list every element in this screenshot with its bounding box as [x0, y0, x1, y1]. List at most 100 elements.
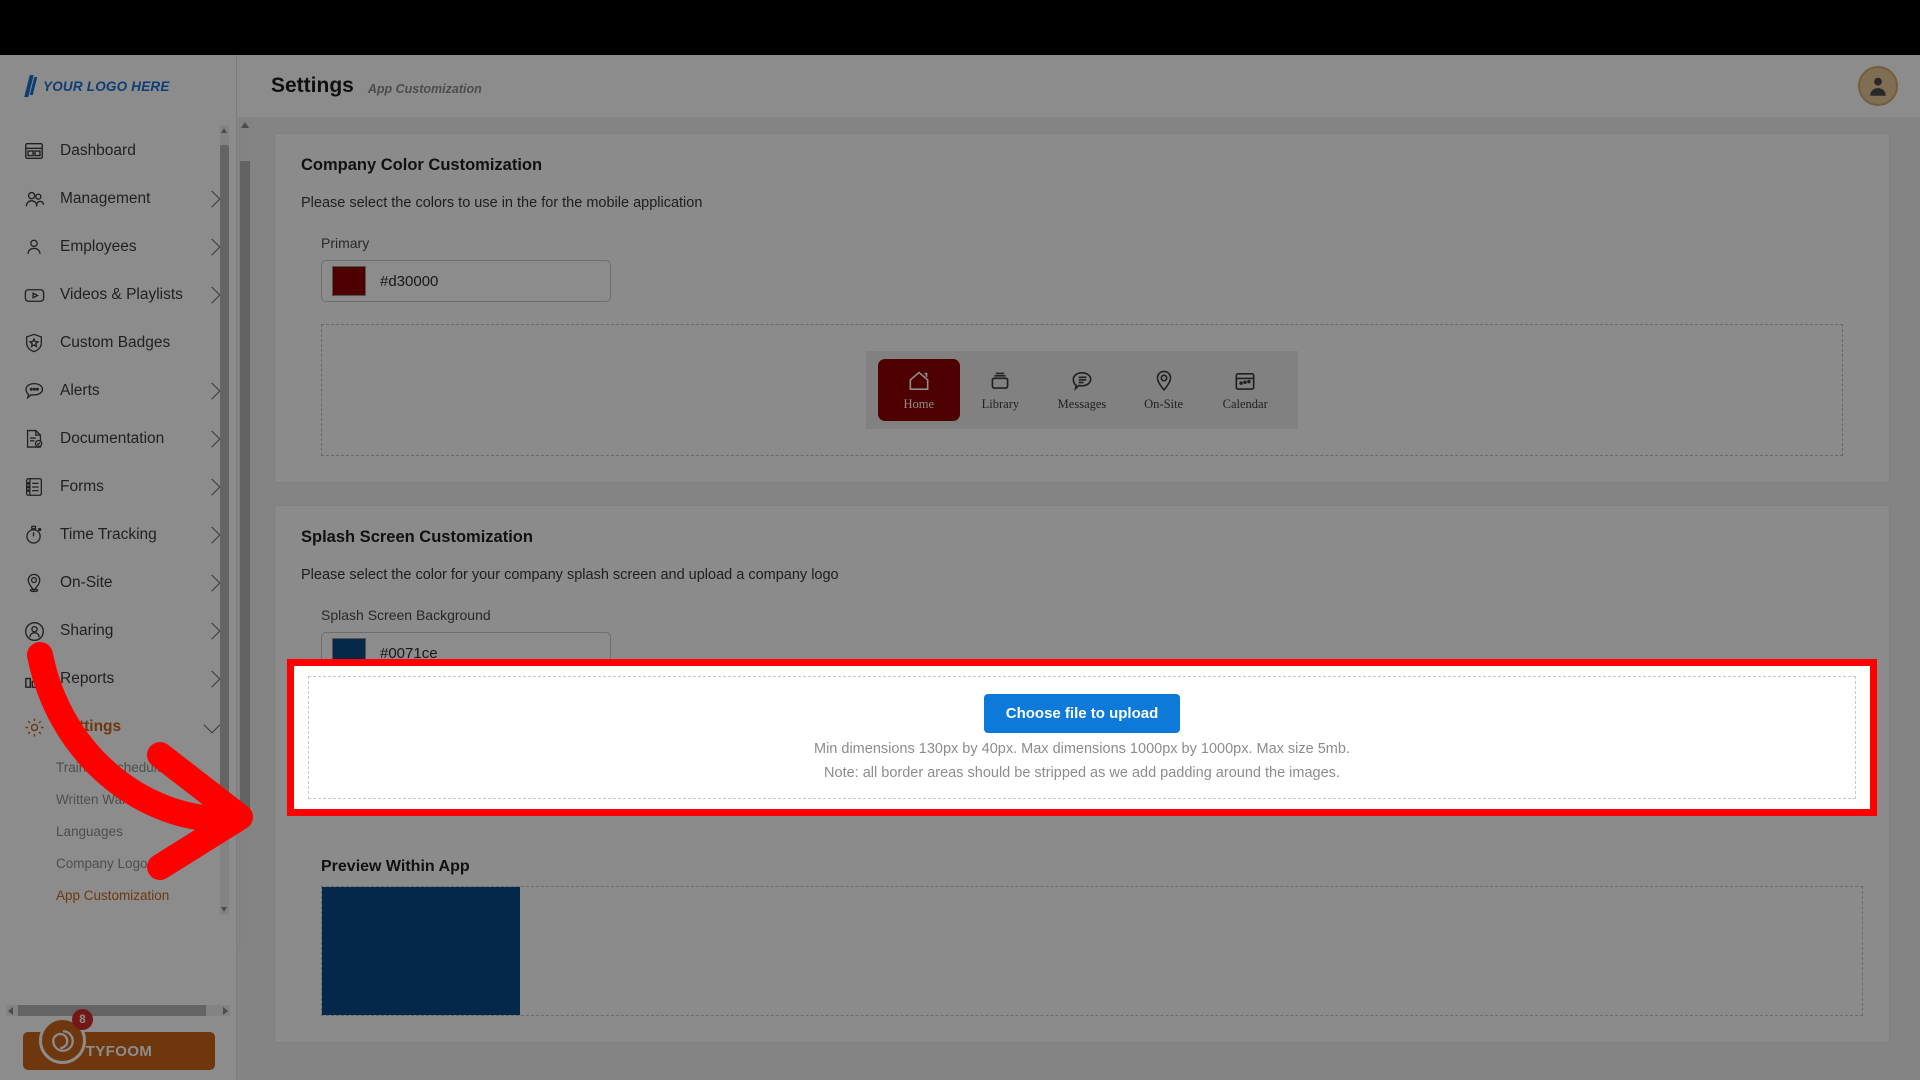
company-logo[interactable]: YOUR LOGO HERE — [0, 55, 236, 117]
screenshot-root: YOUR LOGO HERE Dashboard Management Empl… — [0, 0, 1920, 1080]
sidebar-item-label: Dashboard — [60, 142, 136, 159]
sidebar-subitem-app-customization[interactable]: App Customization — [0, 879, 236, 911]
sidebar-subitem-label: Company Logo — [56, 855, 148, 871]
chevron-right-icon[interactable] — [203, 238, 221, 256]
sidebar-item-videos-playlists[interactable]: Videos & Playlists — [0, 271, 236, 319]
sidebar-item-dashboard[interactable]: Dashboard — [0, 127, 236, 175]
sidebar-subitem-written-warnings[interactable]: Written Warnings — [0, 783, 236, 815]
chevron-right-icon[interactable] — [203, 190, 221, 208]
scrollbar-thumb[interactable] — [220, 145, 229, 805]
scroll-left-arrow-icon[interactable] — [8, 1007, 13, 1015]
preview-within-app-title: Preview Within App — [321, 858, 470, 875]
dashboard-icon — [22, 139, 46, 163]
bar-chart-icon — [22, 667, 46, 691]
chevron-right-icon[interactable] — [203, 574, 221, 592]
chevron-right-icon[interactable] — [203, 382, 221, 400]
management-icon — [22, 187, 46, 211]
sidebar-subitem-languages[interactable]: Languages — [0, 815, 236, 847]
sidebar-item-settings[interactable]: Settings — [0, 703, 236, 751]
company-color-description: Please select the colors to use in the f… — [301, 195, 703, 211]
upload-hint-line-1: Min dimensions 130px by 40px. Max dimens… — [814, 741, 1350, 757]
sidebar-item-documentation[interactable]: Documentation — [0, 415, 236, 463]
sidebar-item-forms[interactable]: Forms — [0, 463, 236, 511]
sidebar-subitem-training-schedule[interactable]: Training Schedule — [0, 751, 236, 783]
page-header: Settings App Customization — [237, 55, 1920, 117]
pin-icon — [1156, 370, 1171, 392]
chevron-right-icon[interactable] — [203, 430, 221, 448]
forms-list-icon — [22, 475, 46, 499]
content-scrollbar[interactable] — [239, 117, 251, 947]
file-upload-dropzone[interactable]: Choose file to upload Min dimensions 130… — [308, 676, 1856, 799]
company-color-title: Company Color Customization — [301, 156, 543, 174]
application-window: YOUR LOGO HERE Dashboard Management Empl… — [0, 55, 1920, 1080]
logo-mark-icon — [24, 75, 36, 97]
primary-color-label: Primary — [321, 235, 370, 251]
scroll-up-arrow-icon[interactable] — [241, 122, 249, 128]
sidebar-subitem-label: Training Schedule — [56, 759, 165, 775]
preview-within-app-frame — [321, 886, 1863, 1016]
mobile-nav-label: Home — [903, 397, 935, 411]
upload-hint-line-2: Note: all border areas should be strippe… — [824, 765, 1340, 781]
scrollbar-thumb-horizontal[interactable] — [18, 1005, 206, 1016]
mobile-nav-item-calendar[interactable]: Calendar — [1204, 359, 1286, 421]
scroll-right-arrow-icon[interactable] — [223, 1007, 228, 1015]
splash-background-label: Splash Screen Background — [321, 607, 491, 623]
sidebar-item-label: Custom Badges — [60, 334, 171, 351]
scroll-up-arrow-icon[interactable] — [221, 128, 227, 133]
chevron-right-icon[interactable] — [203, 478, 221, 496]
sidebar-subitem-company-logo[interactable]: Company Logo — [0, 847, 236, 879]
stopwatch-icon — [22, 523, 46, 547]
sidebar-item-management[interactable]: Management — [0, 175, 236, 223]
main-content: Company Color Customization Please selec… — [237, 117, 1920, 1080]
sidebar-item-alerts[interactable]: Alerts — [0, 367, 236, 415]
scrollbar-thumb[interactable] — [240, 161, 250, 811]
user-avatar-icon — [1870, 77, 1886, 96]
mobile-nav-preview: Home Library Messages On-Site Calendar — [866, 351, 1298, 429]
page-title: Settings — [271, 74, 354, 97]
chevron-right-icon[interactable] — [203, 286, 221, 304]
badge-shield-icon — [22, 331, 46, 355]
chevron-right-icon[interactable] — [203, 622, 221, 640]
sidebar-item-label: Forms — [60, 478, 104, 495]
document-check-icon — [22, 427, 46, 451]
chevron-down-icon[interactable] — [203, 716, 221, 733]
library-icon — [991, 372, 1009, 389]
sidebar-subitem-label: App Customization — [56, 887, 170, 903]
sidebar-item-sharing[interactable]: Sharing — [0, 607, 236, 655]
primary-color-input[interactable]: #d30000 — [321, 260, 611, 302]
mobile-nav-label: Library — [981, 397, 1020, 411]
primary-color-swatch[interactable] — [332, 266, 366, 296]
page-breadcrumb: App Customization — [367, 82, 482, 96]
sidebar-item-employees[interactable]: Employees — [0, 223, 236, 271]
sidebar-item-label: On-Site — [60, 574, 113, 591]
sidebar-item-time-tracking[interactable]: Time Tracking — [0, 511, 236, 559]
sidebar-item-label: Reports — [60, 670, 115, 687]
sidebar-horizontal-scrollbar[interactable] — [6, 1005, 230, 1016]
choose-file-button[interactable]: Choose file to upload — [983, 694, 1181, 733]
chevron-right-icon[interactable] — [203, 670, 221, 688]
mobile-nav-item-home[interactable]: Home — [878, 359, 960, 421]
chevron-right-icon[interactable] — [203, 526, 221, 544]
sidebar-nav-list: Dashboard Management Employees Videos & … — [0, 117, 236, 975]
scroll-down-arrow-icon[interactable] — [221, 907, 227, 912]
sidebar-item-reports[interactable]: Reports — [0, 655, 236, 703]
map-pin-icon — [22, 571, 46, 595]
sidebar-item-custom-badges[interactable]: Custom Badges — [0, 319, 236, 367]
sidebar-item-label: Settings — [60, 718, 122, 735]
sidebar-subitem-label: Languages — [56, 823, 123, 839]
mobile-nav-item-on-site[interactable]: On-Site — [1123, 359, 1205, 421]
sidebar-scrollbar[interactable] — [220, 125, 229, 915]
sharing-user-icon — [22, 619, 46, 643]
mobile-nav-item-library[interactable]: Library — [960, 359, 1042, 421]
avatar[interactable] — [1858, 66, 1898, 106]
mobile-nav-label: Calendar — [1222, 397, 1268, 411]
sidebar-item-label: Sharing — [60, 622, 114, 639]
sidebar-subitem-label: Written Warnings — [56, 791, 159, 807]
sidebar-item-label: Time Tracking — [60, 526, 157, 543]
splash-preview-block — [322, 887, 520, 1015]
sidebar-item-on-site[interactable]: On-Site — [0, 559, 236, 607]
calendar-icon — [1235, 373, 1255, 390]
mobile-nav-item-messages[interactable]: Messages — [1041, 359, 1123, 421]
mobile-nav-preview-zone: Home Library Messages On-Site Calendar — [321, 324, 1843, 456]
mobile-nav-label: Messages — [1057, 397, 1107, 411]
